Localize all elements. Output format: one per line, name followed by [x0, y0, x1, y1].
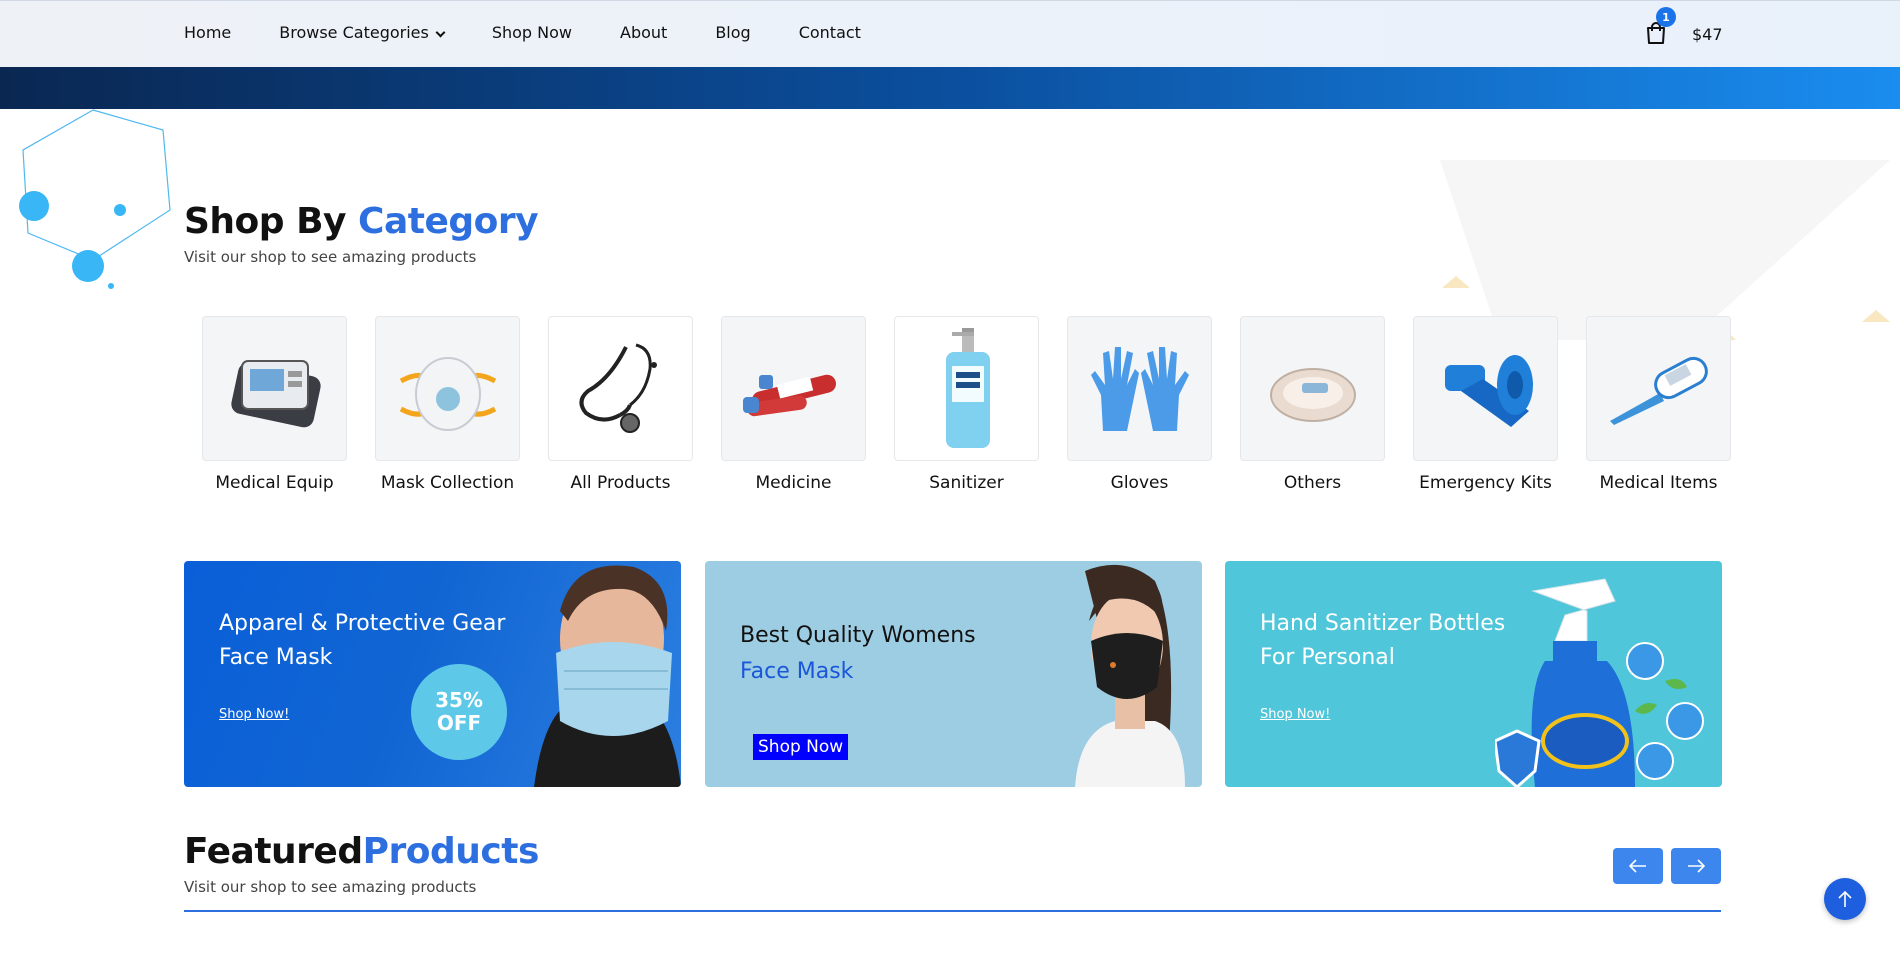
gloves-icon [1090, 346, 1189, 431]
category-label: Others [1283, 473, 1342, 493]
arrow-right-icon [1688, 859, 1705, 873]
hexagon-decoration [19, 109, 171, 289]
thermometer-icon [1609, 356, 1708, 425]
nav-home[interactable]: Home [184, 23, 231, 42]
mask-icon [399, 356, 496, 431]
category-image [1067, 316, 1212, 461]
shop-now-button[interactable]: Shop Now [753, 734, 849, 760]
discount-off: OFF [436, 711, 482, 735]
chevron-down-icon [435, 27, 446, 38]
medical-monitor-icon [230, 359, 321, 427]
cart-total[interactable]: $47 [1692, 25, 1723, 44]
top-navigation: Home Browse Categories Shop Now About Bl… [0, 0, 1900, 67]
category-card[interactable]: Mask Collection [361, 316, 534, 493]
nav-contact[interactable]: Contact [799, 23, 861, 42]
banner-title: Apparel & Protective Gear [219, 611, 506, 636]
featured-title-accent: Products [362, 831, 540, 872]
promo-banner-face-mask[interactable]: Apparel & Protective Gear Face Mask Shop… [184, 561, 681, 787]
category-image [721, 316, 866, 461]
category-image [1586, 316, 1731, 461]
banner-title: Hand Sanitizer Bottles [1260, 611, 1506, 636]
nav-menu: Home Browse Categories Shop Now About Bl… [184, 23, 861, 42]
header-banner-strip [0, 67, 1900, 109]
category-card[interactable]: Medicine [707, 316, 880, 493]
triangle-decoration [1440, 160, 1890, 340]
category-label: Gloves [1110, 473, 1169, 493]
promo-banner-sanitizer[interactable]: Hand Sanitizer Bottles For Personal Shop… [1225, 561, 1722, 787]
category-label: Emergency Kits [1419, 473, 1552, 493]
nav-browse-categories[interactable]: Browse Categories [279, 23, 446, 42]
category-label: Medical Items [1599, 473, 1718, 493]
featured-section-subtitle: Visit our shop to see amazing products [184, 878, 477, 896]
banner-subtitle: Face Mask [740, 659, 854, 684]
category-image [202, 316, 347, 461]
nav-browse-categories-label: Browse Categories [279, 23, 429, 42]
nav-shop-now[interactable]: Shop Now [492, 23, 572, 42]
banner-title: Best Quality Womens [740, 623, 976, 648]
category-label: All Products [570, 473, 671, 493]
category-image [375, 316, 520, 461]
gel-bottle-icon [945, 327, 990, 448]
category-card[interactable]: Emergency Kits [1399, 316, 1572, 493]
category-card[interactable]: Others [1226, 316, 1399, 493]
arrow-up-icon [1838, 890, 1852, 907]
carousel-prev-button[interactable] [1613, 848, 1663, 884]
category-label: Sanitizer [929, 473, 1004, 493]
scroll-to-top-button[interactable] [1824, 878, 1866, 920]
cart-count-badge: 1 [1656, 7, 1676, 27]
nav-about[interactable]: About [620, 23, 667, 42]
arrow-left-icon [1629, 859, 1646, 873]
featured-title-main: Featured [184, 831, 363, 872]
category-image [1413, 316, 1558, 461]
category-title-main: Shop By [184, 201, 359, 242]
category-image [1240, 316, 1385, 461]
category-label: Medicine [755, 473, 832, 493]
category-card[interactable]: Medical Items [1572, 316, 1745, 493]
category-section-title: Shop By Category [184, 201, 539, 242]
stethoscope-icon [579, 343, 657, 433]
banner-subtitle: Face Mask [219, 645, 333, 670]
nav-blog[interactable]: Blog [715, 23, 750, 42]
man-with-mask-image [534, 565, 681, 787]
featured-section-title: FeaturedProducts [184, 831, 539, 872]
bandage-icon [1444, 354, 1533, 427]
category-image [894, 316, 1039, 461]
test-tube-icon [742, 374, 836, 416]
banner-shop-link[interactable]: Shop Now! [219, 707, 289, 722]
category-card[interactable]: Medical Equip [188, 316, 361, 493]
woman-with-mask-image [1075, 564, 1185, 787]
banner-shop-link[interactable]: Shop Now! [1260, 707, 1330, 722]
category-section-subtitle: Visit our shop to see amazing products [184, 248, 477, 266]
section-divider [184, 910, 1721, 912]
promo-banner-womens-mask[interactable]: Best Quality Womens Face Mask Shop Now [705, 561, 1202, 787]
carousel-next-button[interactable] [1671, 848, 1721, 884]
category-card[interactable]: Sanitizer [880, 316, 1053, 493]
category-label: Medical Equip [215, 473, 334, 493]
category-list: Medical Equip Mask Collection All Produc… [188, 316, 1745, 493]
discount-badge: 35% OFF [411, 664, 507, 760]
category-card[interactable]: Gloves [1053, 316, 1226, 493]
category-card[interactable]: All Products [534, 316, 707, 493]
discount-percent: 35% [435, 688, 483, 712]
category-title-accent: Category [358, 201, 539, 242]
tray-icon [1269, 367, 1356, 422]
category-label: Mask Collection [380, 473, 515, 493]
category-image [548, 316, 693, 461]
banner-subtitle: For Personal [1260, 645, 1395, 670]
spray-bottle-image [1495, 578, 1704, 787]
